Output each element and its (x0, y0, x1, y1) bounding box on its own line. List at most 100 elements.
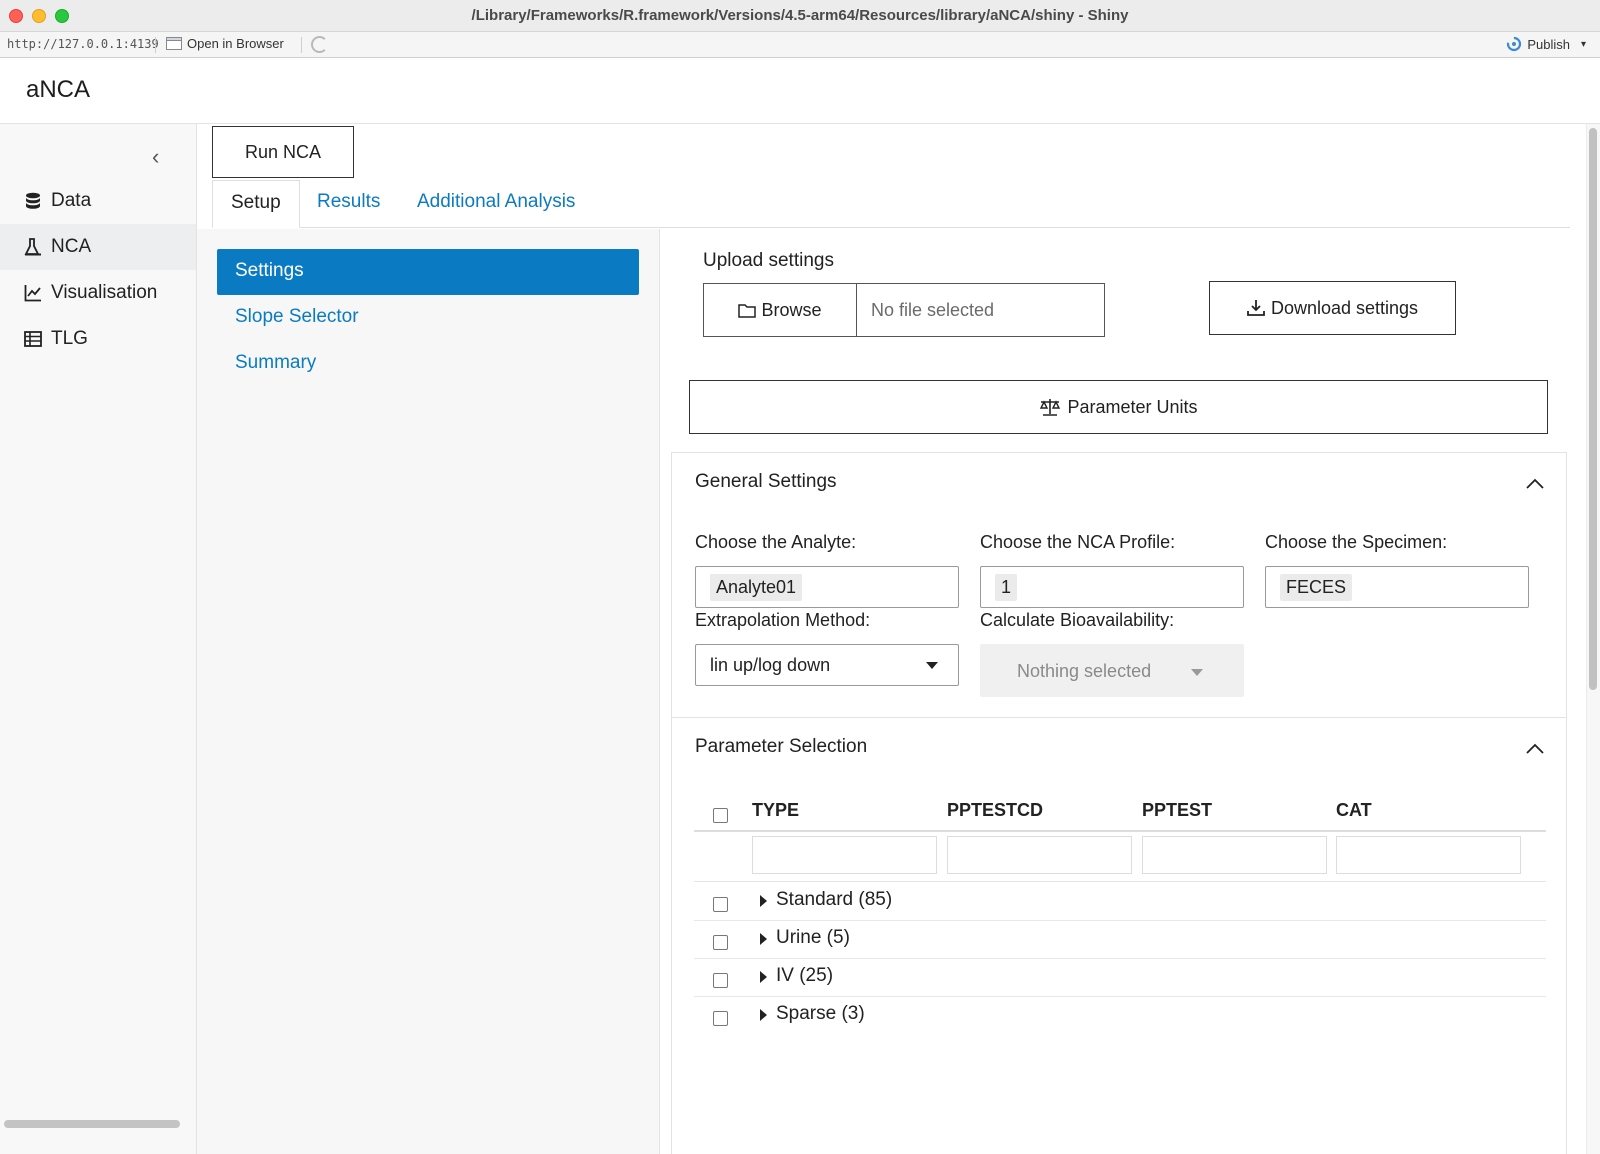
sidebar-item-label: TLG (51, 328, 88, 349)
publish-icon (1507, 36, 1522, 52)
open-in-browser-button[interactable]: Open in Browser (166, 36, 284, 51)
column-header-pptest[interactable]: PPTEST (1142, 800, 1212, 821)
viewer-toolbar: http://127.0.0.1:4139 Open in Browser Pu… (0, 32, 1600, 58)
app-brand: aNCA (26, 76, 91, 103)
window-title: /Library/Frameworks/R.framework/Versions… (471, 7, 1129, 24)
vertical-scrollbar-thumb[interactable] (1589, 128, 1597, 690)
filter-input-type[interactable] (752, 836, 937, 874)
specimen-chip: FECES (1280, 574, 1353, 601)
chevron-down-icon[interactable]: ▾ (1581, 39, 1586, 50)
flask-icon (24, 238, 41, 256)
column-header-type[interactable]: TYPE (752, 800, 799, 821)
sidebar-item-data[interactable]: Data (0, 178, 196, 224)
app-header: aNCA (0, 58, 1600, 124)
pill-summary[interactable]: Summary (217, 341, 639, 387)
sidebar: ‹ Data NCA Visualisation TLG (0, 124, 197, 1154)
group-label: Standard (85) (776, 889, 893, 910)
select-all-checkbox[interactable] (713, 808, 728, 823)
pill-settings[interactable]: Settings (217, 249, 639, 295)
download-icon (1247, 300, 1265, 316)
open-in-browser-label: Open in Browser (187, 36, 284, 51)
balance-scale-icon (1040, 399, 1061, 416)
bioavailability-label: Calculate Bioavailability: (980, 610, 1175, 630)
group-checkbox[interactable] (713, 897, 728, 912)
sidebar-item-tlg[interactable]: TLG (0, 316, 196, 362)
sidebar-item-label: NCA (51, 236, 92, 257)
tab-results[interactable]: Results (299, 180, 398, 228)
filter-input-pptestcd[interactable] (947, 836, 1132, 874)
expand-triangle-icon[interactable] (760, 895, 767, 907)
download-settings-button[interactable]: Download settings (1209, 281, 1456, 335)
specimen-label: Choose the Specimen: (1265, 532, 1448, 552)
toolbar-divider (155, 37, 156, 53)
pill-slope-selector[interactable]: Slope Selector (217, 295, 639, 341)
group-row-urine[interactable]: Urine (5) (694, 921, 1546, 959)
expand-triangle-icon[interactable] (760, 971, 767, 983)
extrapolation-value: lin up/log down (710, 655, 831, 675)
analyte-select[interactable]: Analyte01 (695, 566, 959, 608)
extrapolation-select[interactable]: lin up/log down (695, 644, 959, 686)
expand-triangle-icon[interactable] (760, 933, 767, 945)
general-settings-card: General Settings Choose the Analyte: Ana… (671, 452, 1567, 717)
group-checkbox[interactable] (713, 1011, 728, 1026)
tab-additional-analysis[interactable]: Additional Analysis (399, 180, 593, 228)
sidebar-collapse-icon[interactable]: ‹ (152, 144, 159, 170)
table-icon (24, 331, 42, 347)
group-label: Urine (5) (776, 927, 850, 948)
caret-down-icon (926, 662, 938, 669)
browse-label: Browse (761, 299, 822, 320)
nca-profile-chip: 1 (995, 574, 1018, 601)
general-settings-title: General Settings (695, 471, 837, 492)
sidebar-item-nca[interactable]: NCA (0, 224, 196, 270)
run-nca-button[interactable]: Run NCA (212, 126, 354, 178)
specimen-select[interactable]: FECES (1265, 566, 1529, 608)
bioavailability-value: Nothing selected (1017, 661, 1152, 681)
tab-setup[interactable]: Setup (212, 180, 300, 228)
database-icon (26, 192, 40, 209)
settings-file-input[interactable]: Browse No file selected (703, 283, 1105, 337)
bioavailability-select[interactable]: Nothing selected (980, 644, 1244, 697)
nca-profile-select[interactable]: 1 (980, 566, 1244, 608)
group-label: IV (25) (776, 965, 834, 986)
chevron-up-icon[interactable] (1526, 475, 1544, 493)
browse-button[interactable]: Browse (704, 284, 857, 336)
filter-input-pptest[interactable] (1142, 836, 1327, 874)
viewer-url: http://127.0.0.1:4139 (7, 37, 159, 51)
upload-settings-label: Upload settings (703, 250, 834, 271)
parameter-table-header: TYPE PPTESTCD PPTEST CAT (694, 800, 1546, 832)
folder-icon (738, 303, 757, 318)
analyte-chip: Analyte01 (710, 574, 803, 601)
window-titlebar: /Library/Frameworks/R.framework/Versions… (0, 0, 1600, 32)
caret-down-icon (1191, 669, 1203, 676)
group-row-standard[interactable]: Standard (85) (694, 883, 1546, 921)
nca-profile-label: Choose the NCA Profile: (980, 532, 1176, 552)
refresh-icon[interactable] (311, 36, 328, 53)
group-label: Sparse (3) (776, 1003, 865, 1024)
download-settings-label: Download settings (1270, 297, 1419, 318)
group-row-sparse[interactable]: Sparse (3) (694, 997, 1546, 1035)
sidebar-item-label: Visualisation (51, 282, 158, 303)
chevron-up-icon[interactable] (1526, 740, 1544, 758)
group-checkbox[interactable] (713, 973, 728, 988)
group-row-iv[interactable]: IV (25) (694, 959, 1546, 997)
publish-button[interactable]: Publish ▾ (1506, 36, 1586, 52)
sidebar-item-label: Data (51, 190, 92, 211)
expand-triangle-icon[interactable] (760, 1009, 767, 1021)
parameter-units-button[interactable]: Parameter Units (689, 380, 1548, 434)
main-area: Run NCA Setup Results Additional Analysi… (197, 124, 1600, 1154)
column-header-cat[interactable]: CAT (1336, 800, 1372, 821)
filter-input-cat[interactable] (1336, 836, 1521, 874)
parameter-selection-title: Parameter Selection (695, 736, 868, 757)
file-name-display: No file selected (871, 299, 995, 320)
toolbar-divider (301, 37, 302, 53)
main-tabs: Setup Results Additional Analysis (212, 180, 1570, 228)
sidebar-horizontal-scrollbar[interactable] (4, 1120, 180, 1128)
column-header-pptestcd[interactable]: PPTESTCD (947, 800, 1043, 821)
divider (694, 881, 1546, 882)
parameter-selection-card: Parameter Selection TYPE PPTESTCD PPTEST… (671, 717, 1567, 1154)
setup-nav-panel: Settings Slope Selector Summary (197, 229, 660, 1154)
publish-label: Publish (1527, 36, 1570, 52)
sidebar-item-visualisation[interactable]: Visualisation (0, 270, 196, 316)
group-checkbox[interactable] (713, 935, 728, 950)
browser-window-icon (166, 37, 182, 50)
